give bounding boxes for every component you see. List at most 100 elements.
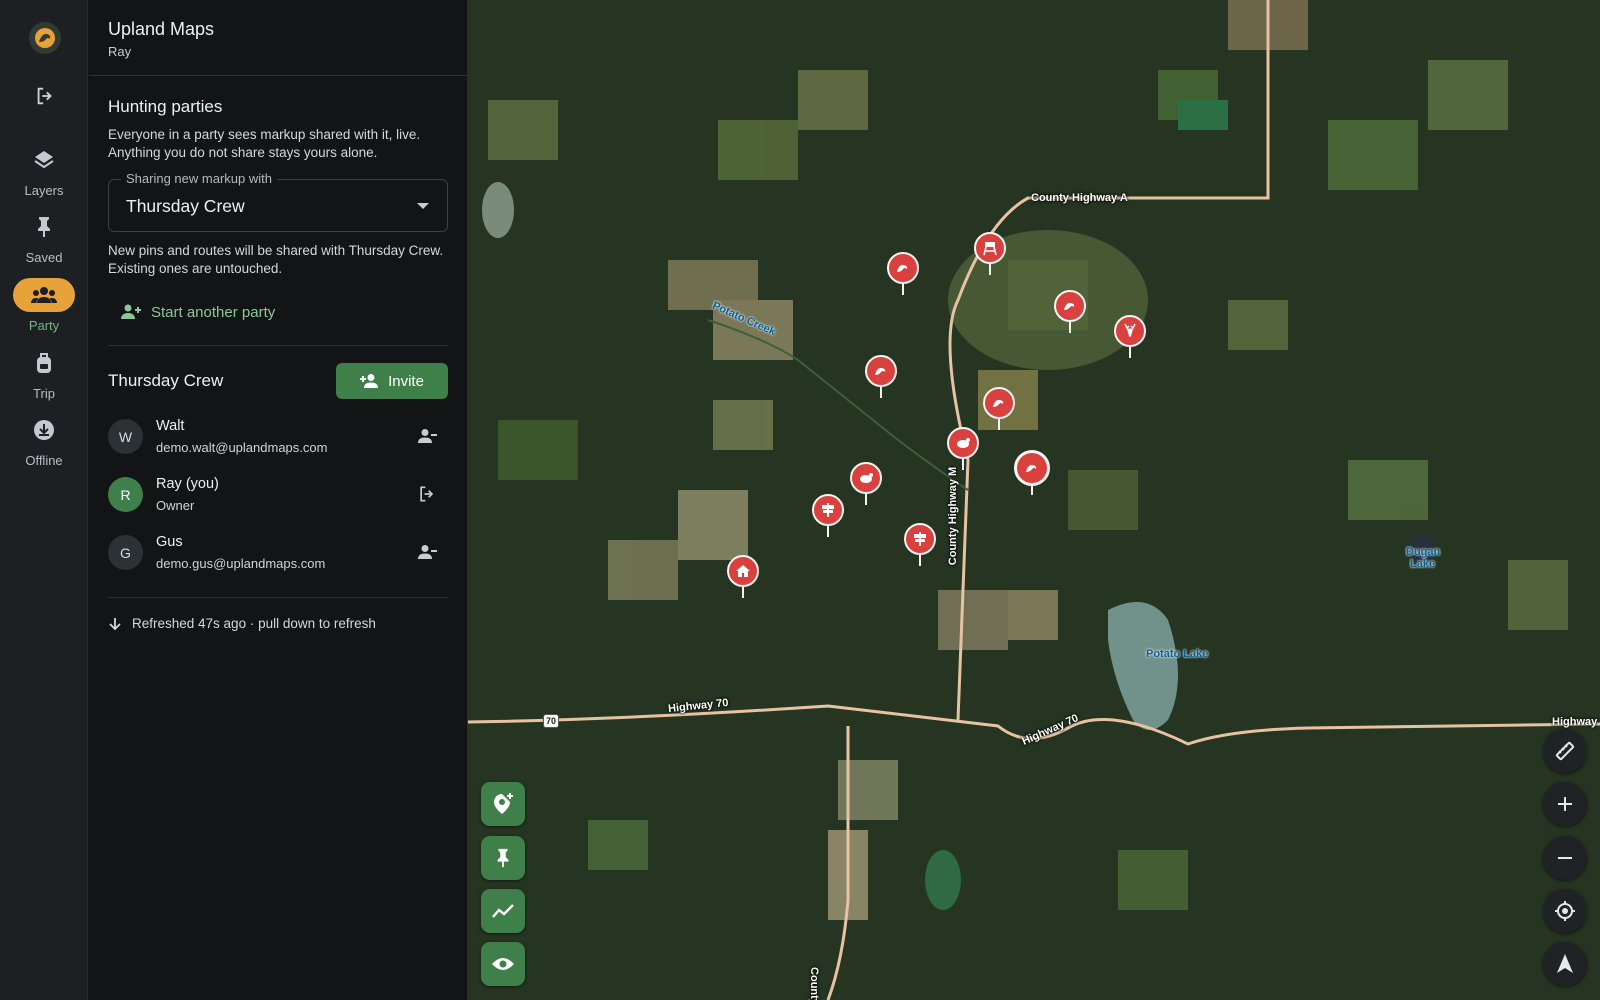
member-row: W Walt demo.walt@uplandmaps.com [108, 407, 448, 465]
lake-label: Potato Lake [1146, 648, 1209, 660]
rail-label: Party [28, 318, 60, 333]
avatar: W [108, 419, 143, 454]
backpack-icon [13, 346, 75, 380]
bird-icon [865, 355, 897, 387]
road-label: County Highway A [1031, 192, 1128, 204]
ruler-icon [1555, 741, 1575, 761]
crosshair-icon [1555, 901, 1575, 921]
remove-member-icon[interactable] [416, 541, 438, 563]
download-icon [13, 413, 75, 447]
map-pin[interactable] [1114, 315, 1146, 359]
map-pin[interactable] [727, 555, 759, 599]
crew-header: Thursday Crew Invite [89, 363, 467, 399]
share-note: New pins and routes will be shared with … [108, 243, 444, 276]
group-icon [13, 278, 75, 312]
member-email: demo.gus@uplandmaps.com [156, 556, 326, 571]
member-role: Owner [156, 498, 195, 513]
section-description: Everyone in a party sees markup shared w… [108, 127, 421, 160]
route-shield: 70 [543, 714, 559, 728]
my-location-button[interactable] [1543, 889, 1587, 933]
remove-member-icon[interactable] [416, 425, 438, 447]
bird-icon [1014, 450, 1050, 486]
avatar: R [108, 477, 143, 512]
rail-item-saved[interactable]: Saved [0, 210, 88, 265]
person-add-icon [360, 374, 379, 388]
map-pin[interactable] [974, 232, 1006, 276]
zoom-out-button[interactable] [1543, 836, 1587, 880]
map-pin[interactable] [947, 427, 979, 471]
map-pin[interactable] [887, 252, 919, 296]
route-icon [492, 904, 514, 918]
map-pin[interactable] [1054, 290, 1086, 334]
rail-label: Layers [24, 183, 64, 198]
divider [108, 597, 448, 598]
rail-item-layers[interactable]: Layers [0, 143, 88, 198]
stand-icon [974, 232, 1006, 264]
map-view[interactable]: County Highway A Potato Creek County Hig… [468, 0, 1600, 1000]
start-another-party-button[interactable]: Start another party [108, 295, 448, 329]
sign-icon [904, 523, 936, 555]
add-pin-button[interactable] [481, 782, 525, 826]
road-label: Highway [1552, 716, 1598, 728]
map-pin[interactable] [1014, 450, 1050, 496]
share-select-label: Sharing new markup with [121, 171, 277, 186]
compass-button[interactable] [1543, 942, 1587, 986]
start-another-party-label: Start another party [151, 303, 276, 321]
party-panel: Upland Maps Ray Hunting parties Everyone… [89, 0, 468, 1000]
rail-label: Saved [25, 250, 63, 265]
member-name: Walt [156, 418, 185, 434]
invite-button[interactable]: Invite [336, 363, 448, 399]
map-pin[interactable] [983, 387, 1015, 431]
add-location-icon [494, 793, 513, 814]
member-name: Ray (you) [156, 476, 219, 492]
lake-label: Lake [1410, 558, 1436, 570]
map-pin[interactable] [904, 523, 936, 567]
sign-out-icon[interactable] [32, 83, 58, 109]
avatar: G [108, 535, 143, 570]
road-label: County Highway M [947, 466, 960, 566]
member-email: demo.walt@uplandmaps.com [156, 440, 328, 455]
sign-icon [812, 494, 844, 526]
rail-label: Trip [33, 386, 55, 401]
map-pin[interactable] [850, 462, 882, 506]
member-row: G Gus demo.gus@uplandmaps.com [108, 523, 448, 581]
pin-icon [497, 848, 509, 868]
road-label: County [807, 967, 820, 1000]
app-header: Upland Maps Ray [89, 0, 467, 76]
share-target-select[interactable]: Sharing new markup with Thursday Crew [108, 171, 448, 232]
eye-icon [492, 958, 514, 970]
rail-label: Offline [25, 453, 63, 468]
rail-item-party[interactable]: Party [0, 278, 88, 333]
rail-item-offline[interactable]: Offline [0, 413, 88, 468]
caret-down-icon [417, 203, 429, 209]
refresh-text: Refreshed 47s ago · pull down to refresh [132, 616, 376, 631]
refresh-status: Refreshed 47s ago · pull down to refresh [108, 616, 448, 631]
bird-icon [887, 252, 919, 284]
satellite-map [468, 0, 1600, 1000]
layers-icon [13, 143, 75, 177]
lake-label: Dugan [1406, 546, 1441, 558]
leave-party-icon[interactable] [416, 483, 438, 505]
nav-rail: Layers Saved Party Trip Offline [0, 0, 88, 1000]
arrow-down-icon [109, 617, 121, 630]
map-pin[interactable] [812, 494, 844, 538]
divider [108, 345, 448, 346]
map-pin[interactable] [865, 355, 897, 399]
app-logo-icon [29, 22, 61, 54]
parties-section: Hunting parties Everyone in a party sees… [89, 97, 467, 329]
rail-item-trip[interactable]: Trip [0, 346, 88, 401]
plus-icon [1558, 797, 1572, 811]
bird-icon [983, 387, 1015, 419]
zoom-in-button[interactable] [1543, 782, 1587, 826]
turkey-icon [947, 427, 979, 459]
saved-pins-button[interactable] [481, 836, 525, 880]
visibility-button[interactable] [481, 942, 525, 986]
bird-icon [1054, 290, 1086, 322]
turkey-icon [850, 462, 882, 494]
cabin-icon [727, 555, 759, 587]
draw-route-button[interactable] [481, 889, 525, 933]
ruler-button[interactable] [1543, 729, 1587, 773]
invite-label: Invite [388, 372, 424, 390]
add-group-icon [121, 304, 141, 319]
pin-icon [13, 210, 75, 244]
